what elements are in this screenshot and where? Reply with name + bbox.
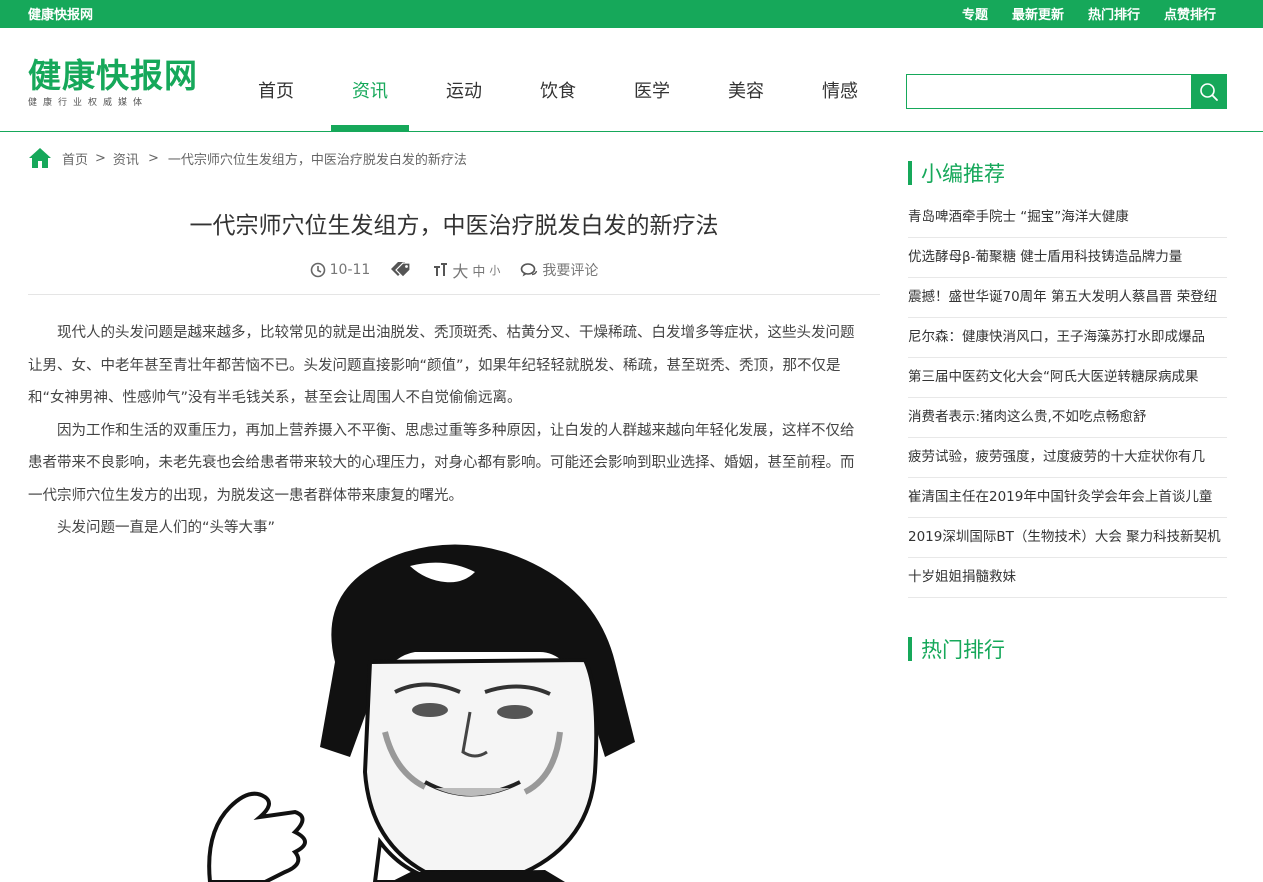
list-item[interactable]: 疲劳试验，疲劳强度，过度疲劳的十大症状你有几 bbox=[908, 438, 1227, 478]
article-paragraph: 现代人的头发问题是越来越多，比较常见的就是出油脱发、秃顶斑秃、枯黄分叉、干燥稀疏… bbox=[28, 325, 855, 406]
header: 健康快报网 健康行业权威媒体 首页 资讯 运动 饮食 医学 美容 情感 bbox=[0, 28, 1263, 132]
nav-beauty[interactable]: 美容 bbox=[699, 28, 793, 131]
nav-news[interactable]: 资讯 bbox=[323, 28, 417, 131]
comment-icon bbox=[521, 263, 538, 277]
search-box bbox=[906, 74, 1227, 109]
font-size-options: 大 中 小 bbox=[432, 258, 500, 282]
nav-diet[interactable]: 饮食 bbox=[511, 28, 605, 131]
breadcrumb-section[interactable]: 资讯 bbox=[113, 149, 139, 168]
recommend-heading: 小编推荐 bbox=[908, 158, 1005, 188]
hot-title: 热门排行 bbox=[921, 638, 1005, 662]
list-item[interactable]: 尼尔森：健康快消风口，王子海藻苏打水即成爆品 bbox=[908, 318, 1227, 358]
heading-bar bbox=[908, 161, 912, 185]
list-item[interactable]: 优选酵母β-葡聚糖 健士盾用科技铸造品牌力量 bbox=[908, 238, 1227, 278]
meta-divider bbox=[28, 294, 880, 295]
list-item[interactable]: 青岛啤酒牵手院士 “掘宝”海洋大健康 bbox=[908, 198, 1227, 238]
date-text: 10-11 bbox=[329, 262, 371, 278]
article-date: 10-11 bbox=[310, 262, 371, 278]
breadcrumb-separator: > bbox=[95, 150, 106, 166]
article-paragraph: 头发问题一直是人们的“头等大事” bbox=[57, 520, 276, 536]
breadcrumb: 首页 > 资讯 > 一代宗师穴位生发组方，中医治疗脱发白发的新疗法 bbox=[28, 146, 467, 170]
font-size-small[interactable]: 小 bbox=[489, 262, 500, 278]
main-nav: 首页 资讯 运动 饮食 医学 美容 情感 bbox=[229, 28, 887, 131]
search-input[interactable] bbox=[907, 75, 1191, 108]
tag-icon bbox=[391, 262, 411, 278]
comment-text: 我要评论 bbox=[542, 263, 599, 279]
logo-subtitle: 健康行业权威媒体 bbox=[28, 98, 149, 108]
top-link-likes[interactable]: 点赞排行 bbox=[1164, 4, 1216, 23]
breadcrumb-current: 一代宗师穴位生发组方，中医治疗脱发白发的新疗法 bbox=[167, 152, 467, 168]
comment-link[interactable]: 我要评论 bbox=[520, 260, 598, 280]
recommend-title: 小编推荐 bbox=[921, 162, 1005, 186]
list-item[interactable]: 第三届中医药文化大会“阿氏大医逆转糖尿病成果 bbox=[908, 358, 1227, 398]
top-link-latest[interactable]: 最新更新 bbox=[1012, 4, 1064, 23]
breadcrumb-home[interactable]: 首页 bbox=[62, 149, 88, 168]
article-image bbox=[145, 542, 741, 882]
article-body: 现代人的头发问题是越来越多，比较常见的就是出油脱发、秃顶斑秃、枯黄分叉、干燥稀疏… bbox=[28, 317, 858, 545]
breadcrumb-separator: > bbox=[147, 150, 159, 166]
list-item[interactable]: 消费者表示:猪肉这么贵,不如吃点畅愈舒 bbox=[908, 398, 1227, 438]
font-size-large[interactable]: 大 bbox=[452, 258, 468, 282]
top-links: 专题 最新更新 热门排行 点赞排行 bbox=[962, 4, 1216, 23]
list-item[interactable]: 震撼！盛世华诞70周年 第五大发明人蔡昌晋 荣登纽 bbox=[908, 278, 1227, 318]
article-paragraph: 因为工作和生活的双重压力，再加上营养摄入不平衡、思虑过重等多种原因，让白发的人群… bbox=[28, 422, 855, 504]
list-item[interactable]: 十岁姐姐捐髓救妹 bbox=[908, 558, 1227, 598]
list-item[interactable]: 2019深圳国际BT（生物技术）大会 聚力科技新契机 bbox=[908, 518, 1227, 558]
top-bar: 健康快报网 专题 最新更新 热门排行 点赞排行 bbox=[0, 0, 1263, 28]
top-site-name: 健康快报网 bbox=[28, 8, 94, 23]
search-icon bbox=[1199, 82, 1218, 101]
nav-medicine[interactable]: 医学 bbox=[605, 28, 699, 131]
recommend-list: 青岛啤酒牵手院士 “掘宝”海洋大健康 优选酵母β-葡聚糖 健士盾用科技铸造品牌力… bbox=[908, 198, 1227, 598]
site-logo[interactable]: 健康快报网 健康行业权威媒体 bbox=[28, 56, 203, 109]
heading-bar bbox=[908, 637, 912, 661]
home-icon[interactable] bbox=[28, 146, 52, 170]
article-title: 一代宗师穴位生发组方，中医治疗脱发白发的新疗法 bbox=[189, 213, 719, 239]
nav-sports[interactable]: 运动 bbox=[417, 28, 511, 131]
nav-home[interactable]: 首页 bbox=[229, 28, 323, 131]
search-button[interactable] bbox=[1191, 75, 1226, 108]
article-tags[interactable] bbox=[390, 261, 412, 279]
clock-icon bbox=[310, 262, 325, 278]
nav-emotion[interactable]: 情感 bbox=[793, 28, 887, 131]
list-item[interactable]: 崔清国主任在2019年中国针灸学会年会上首谈儿童 bbox=[908, 478, 1227, 518]
hot-heading: 热门排行 bbox=[908, 634, 1005, 664]
article-meta: 10-11 大 中 小 我要评论 bbox=[28, 258, 880, 282]
top-link-topics[interactable]: 专题 bbox=[962, 4, 988, 23]
top-link-hot[interactable]: 热门排行 bbox=[1088, 4, 1140, 23]
meme-illustration bbox=[207, 544, 635, 882]
font-size-medium[interactable]: 中 bbox=[472, 261, 485, 280]
logo-text: 健康快报网 bbox=[28, 56, 198, 95]
font-size-icon bbox=[434, 263, 448, 276]
